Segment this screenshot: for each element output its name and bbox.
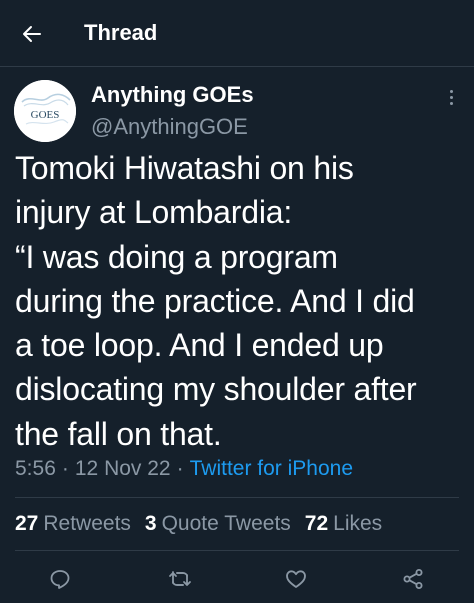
reply-button[interactable] xyxy=(45,564,75,594)
tweet-source-link[interactable]: Twitter for iPhone xyxy=(190,457,353,480)
divider xyxy=(15,550,459,551)
meta-separator: · xyxy=(61,457,69,480)
like-icon xyxy=(286,570,306,588)
retweets-stat[interactable]: 27 Retweets xyxy=(15,509,131,539)
tweet-actions xyxy=(0,560,474,596)
reply-icon xyxy=(50,570,70,589)
tweet-meta: 5:56 · 12 Nov 22 · Twitter for iPhone xyxy=(15,454,353,484)
quote-tweets-label: Quote Tweets xyxy=(161,512,291,535)
avatar[interactable]: GOES xyxy=(14,80,76,142)
thread-header: Thread xyxy=(0,0,474,67)
like-button[interactable] xyxy=(281,564,311,594)
tweet-date[interactable]: 12 Nov 22 xyxy=(75,457,171,480)
tweet-time[interactable]: 5:56 xyxy=(15,457,56,480)
more-options-button[interactable] xyxy=(440,82,462,112)
tweet-stats: 27 Retweets 3 Quote Tweets 72 Likes xyxy=(15,509,382,539)
retweets-label: Retweets xyxy=(43,512,131,535)
likes-count: 72 xyxy=(304,512,329,535)
quote-tweets-count: 3 xyxy=(144,512,157,535)
retweet-icon xyxy=(169,571,191,586)
retweet-button[interactable] xyxy=(165,564,195,594)
page-title: Thread xyxy=(84,20,158,45)
retweets-count: 27 xyxy=(15,512,39,535)
divider xyxy=(15,497,459,498)
back-button[interactable] xyxy=(14,16,50,52)
share-icon xyxy=(403,569,423,589)
likes-label: Likes xyxy=(333,512,383,535)
tweet-text: Tomoki Hiwatashi on his injury at Lombar… xyxy=(15,150,417,452)
likes-stat[interactable]: 72 Likes xyxy=(305,509,382,539)
author-display-name[interactable]: Anything GOEs xyxy=(91,82,254,108)
share-button[interactable] xyxy=(398,564,428,594)
avatar-text: GOES xyxy=(31,109,60,121)
more-icon xyxy=(449,89,453,93)
quote-tweets-stat[interactable]: 3 Quote Tweets xyxy=(145,509,291,539)
author-handle[interactable]: @AnythingGOE xyxy=(91,114,248,140)
arrow-left-icon xyxy=(23,26,41,42)
meta-separator: · xyxy=(176,457,184,480)
